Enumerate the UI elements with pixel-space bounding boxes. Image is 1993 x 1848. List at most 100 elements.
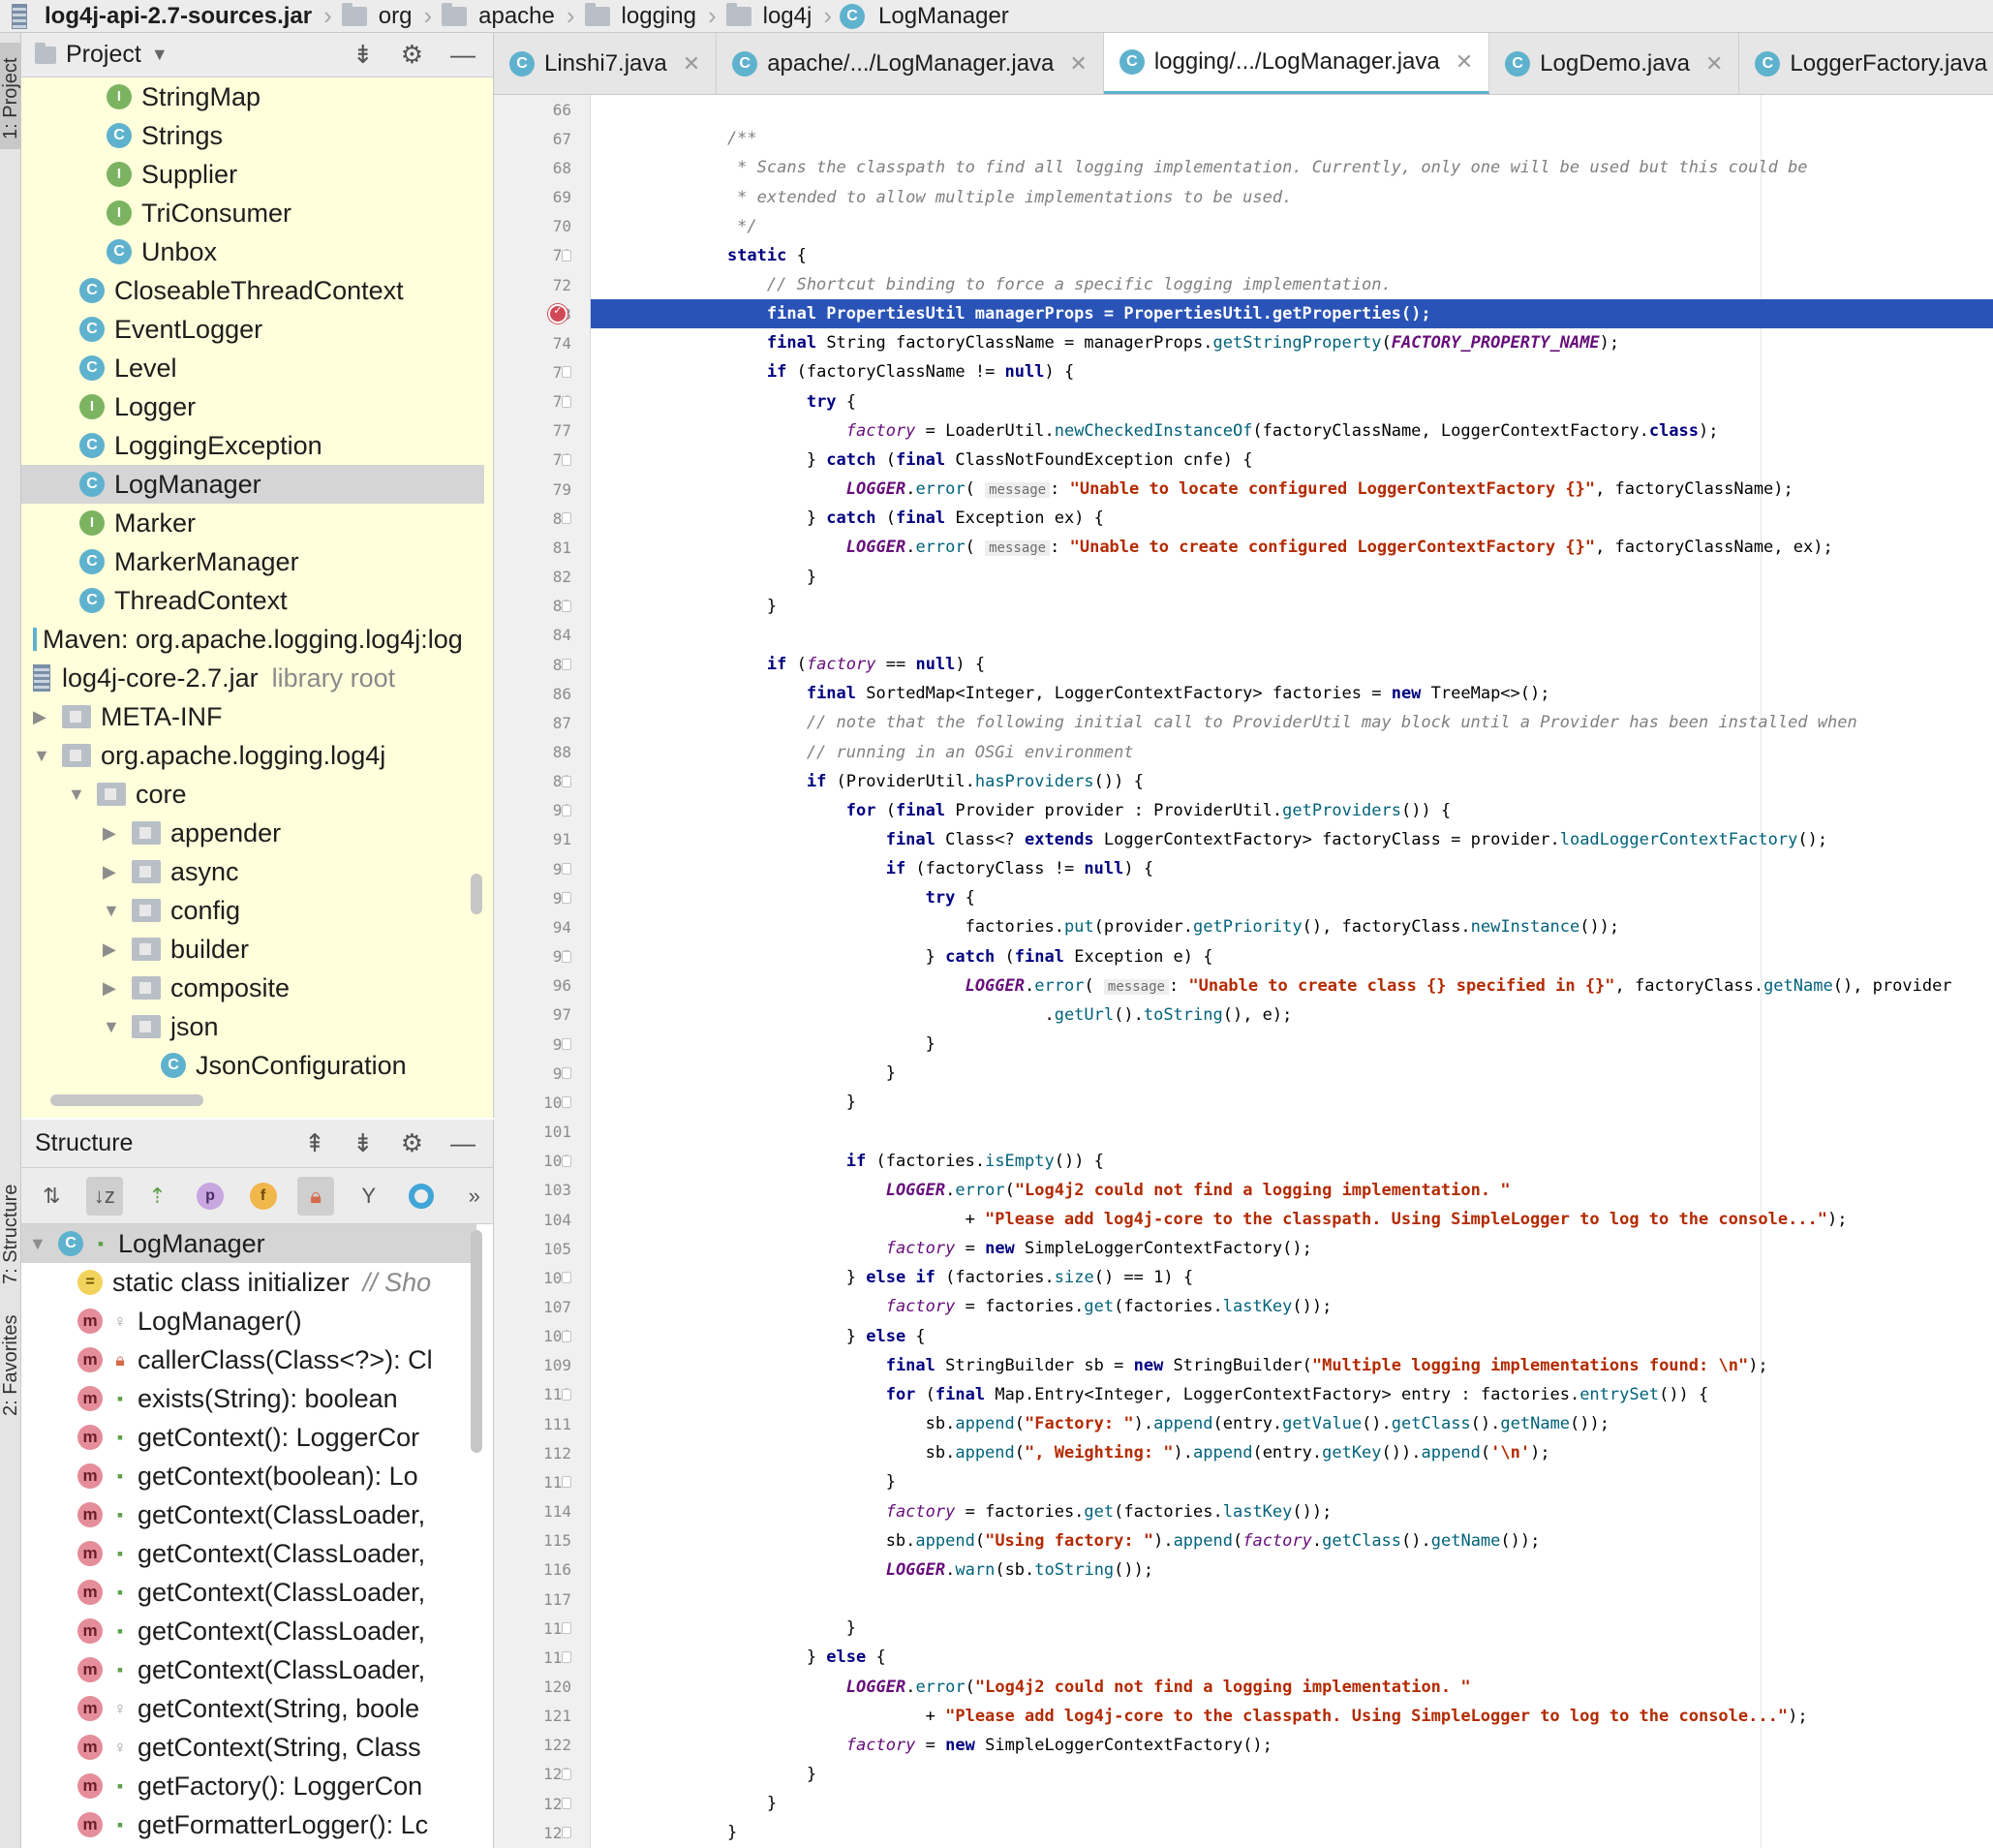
collapsed-arrow-icon[interactable]: ▶ [103,823,120,844]
structure-item[interactable]: m ♀ LogManager() [21,1302,476,1340]
code-line[interactable]: 102 if (factories.isEmpty()) { [494,1147,1993,1176]
tree-item[interactable]: ▶ META-INF [21,697,484,736]
code-line[interactable]: 119 } else { [494,1643,1993,1672]
code-line[interactable]: 107 factory = factories.get(factories.la… [494,1292,1993,1321]
breakpoint-icon[interactable] [548,303,567,324]
tree-item[interactable]: ▶ composite [21,969,484,1007]
fold-marker-icon[interactable] [562,1330,571,1342]
fold-marker-icon[interactable] [562,1155,571,1167]
code-line[interactable]: 86 final SortedMap<Integer, LoggerContex… [494,679,1993,708]
code-line[interactable]: 106 } else if (factories.size() == 1) { [494,1263,1993,1292]
code-line[interactable]: 114 factory = factories.get(factories.la… [494,1497,1993,1526]
breadcrumb-item[interactable]: org [340,0,416,32]
show-lambdas-icon[interactable]: Y [350,1177,387,1216]
fold-marker-icon[interactable] [562,512,571,525]
collapsed-arrow-icon[interactable]: ▶ [103,939,120,960]
code-line[interactable]: 88 // running in an OSGi environment [494,737,1993,766]
structure-item[interactable]: m ♀ getContext(String, Class [21,1728,476,1767]
code-line[interactable]: 78 } catch (final ClassNotFoundException… [494,446,1993,475]
show-properties-icon[interactable]: p [192,1177,230,1216]
code-line[interactable]: 68 * Scans the classpath to find all log… [494,153,1993,182]
collapsed-arrow-icon[interactable]: ▶ [103,978,120,999]
code-line[interactable]: 79 LOGGER.error( message: "Unable to loc… [494,475,1993,504]
tree-item[interactable]: C MarkerManager [21,542,484,581]
collapsed-arrow-icon[interactable]: ▶ [33,707,50,727]
structure-item[interactable]: ▼ C ▪ LogManager [21,1224,476,1263]
close-icon[interactable]: ✕ [1069,51,1087,77]
gear-icon[interactable]: ⚙ [401,40,423,70]
fold-marker-icon[interactable] [562,1388,571,1401]
tree-item[interactable]: ▶ async [21,852,484,891]
code-line[interactable]: 91 final Class<? extends LoggerContextFa… [494,825,1993,854]
breadcrumb-item[interactable]: logging [583,0,700,32]
tree-item[interactable]: C Unbox [21,232,484,271]
fold-marker-icon[interactable] [562,1768,571,1780]
close-icon[interactable]: ✕ [683,51,700,77]
code-line[interactable]: 98 } [494,1030,1993,1059]
code-line[interactable]: 81 LOGGER.error( message: "Unable to cre… [494,533,1993,562]
code-line[interactable]: 89 if (ProviderUtil.hasProviders()) { [494,767,1993,796]
code-line[interactable]: 93 try { [494,883,1993,912]
tree-item[interactable]: ▼ json [21,1007,484,1046]
tree-item[interactable]: C ThreadContext [21,581,484,620]
collapse-all-icon[interactable]: ⇟ [353,1128,374,1158]
code-line[interactable]: 111 sb.append("Factory: ").append(entry.… [494,1409,1993,1438]
tool-tab-structure[interactable]: 7: Structure [0,1158,21,1290]
code-line[interactable]: 123 } [494,1760,1993,1789]
code-line[interactable]: 101 [494,1117,1993,1146]
gear-icon[interactable]: ⚙ [401,1128,423,1158]
fold-marker-icon[interactable] [562,1622,571,1635]
code-line[interactable]: 85 if (factory == null) { [494,650,1993,679]
code-line[interactable]: 113 } [494,1467,1993,1496]
project-vertical-scrollbar[interactable] [471,874,482,914]
fold-marker-icon[interactable] [562,1038,571,1050]
code-line[interactable]: 110 for (final Map.Entry<Integer, Logger… [494,1380,1993,1409]
structure-item[interactable]: m ▪ getContext(ClassLoader, [21,1612,476,1650]
code-line[interactable]: 124 } [494,1789,1993,1818]
code-editor[interactable]: 66 67 /** 68 * Scans the classpath to find… [494,95,1993,1848]
expand-all-icon[interactable]: ⇞ [304,1128,325,1158]
fold-marker-icon[interactable] [562,1476,571,1489]
autoscroll-icon[interactable] [403,1177,441,1216]
close-icon[interactable]: ✕ [1456,49,1473,75]
fold-marker-icon[interactable] [562,1651,571,1664]
tree-item[interactable]: ▶ appender [21,814,484,852]
tree-item[interactable]: C LoggingException [21,426,484,465]
structure-item[interactable]: m ▪ getContext(boolean): Lo [21,1457,476,1495]
code-line[interactable]: 77 factory = LoaderUtil.newCheckedInstan… [494,416,1993,446]
structure-item[interactable]: m ▪ getContext(ClassLoader, [21,1495,476,1534]
code-line[interactable]: 112 sb.append(", Weighting: ").append(en… [494,1438,1993,1467]
sort-by-visibility-icon[interactable]: ⇅ [33,1177,71,1216]
structure-item[interactable]: = static class initializer // Sho [21,1263,476,1302]
show-inherited-icon[interactable]: ⇡ [138,1177,176,1216]
sort-alphabetically-icon[interactable]: ↓z [85,1176,124,1216]
tree-item[interactable]: ▼ org.apache.logging.log4j [21,736,484,775]
code-line[interactable]: 74 final String factoryClassName = manag… [494,328,1993,357]
minimize-icon[interactable]: — [450,1128,475,1158]
fold-marker-icon[interactable] [562,395,571,408]
code-line[interactable]: 108 } else { [494,1322,1993,1351]
code-line[interactable]: 103 LOGGER.error("Log4j2 could not find … [494,1176,1993,1205]
fold-marker-icon[interactable] [562,453,571,466]
minimize-icon[interactable]: — [450,40,475,70]
collapse-all-icon[interactable]: ⇟ [353,40,374,70]
tree-item[interactable]: log4j-core-2.7.jar library root [21,659,484,697]
code-line[interactable]: 96 LOGGER.error( message: "Unable to cre… [494,971,1993,1001]
code-line[interactable]: 95 } catch (final Exception e) { [494,942,1993,971]
breadcrumb-item[interactable]: apache [440,0,559,32]
code-line[interactable]: 71 static { [494,241,1993,270]
editor-tab[interactable]: CLoggerFactory.java✕ [1739,33,1993,94]
code-line[interactable]: 125 } [494,1818,1993,1847]
tool-tab-favorites[interactable]: 2: Favorites [0,1311,21,1418]
code-line[interactable]: 84 [494,621,1993,650]
tree-item[interactable]: I TriConsumer [21,194,484,232]
code-line[interactable]: 100 } [494,1088,1993,1117]
expanded-arrow-icon[interactable]: ▼ [33,746,50,766]
code-line[interactable]: 73 final PropertiesUtil managerProps = P… [494,299,1993,329]
code-line[interactable]: 116 LOGGER.warn(sb.toString()); [494,1555,1993,1585]
structure-item[interactable]: m ▪ getContext(ClassLoader, [21,1534,476,1573]
editor-tab[interactable]: C LogDemo.java ✕ [1489,33,1740,94]
expanded-arrow-icon[interactable]: ▼ [29,1234,46,1254]
structure-item[interactable]: m ▪ getFactory(): LoggerCon [21,1767,476,1805]
code-line[interactable]: 109 final StringBuilder sb = new StringB… [494,1351,1993,1380]
